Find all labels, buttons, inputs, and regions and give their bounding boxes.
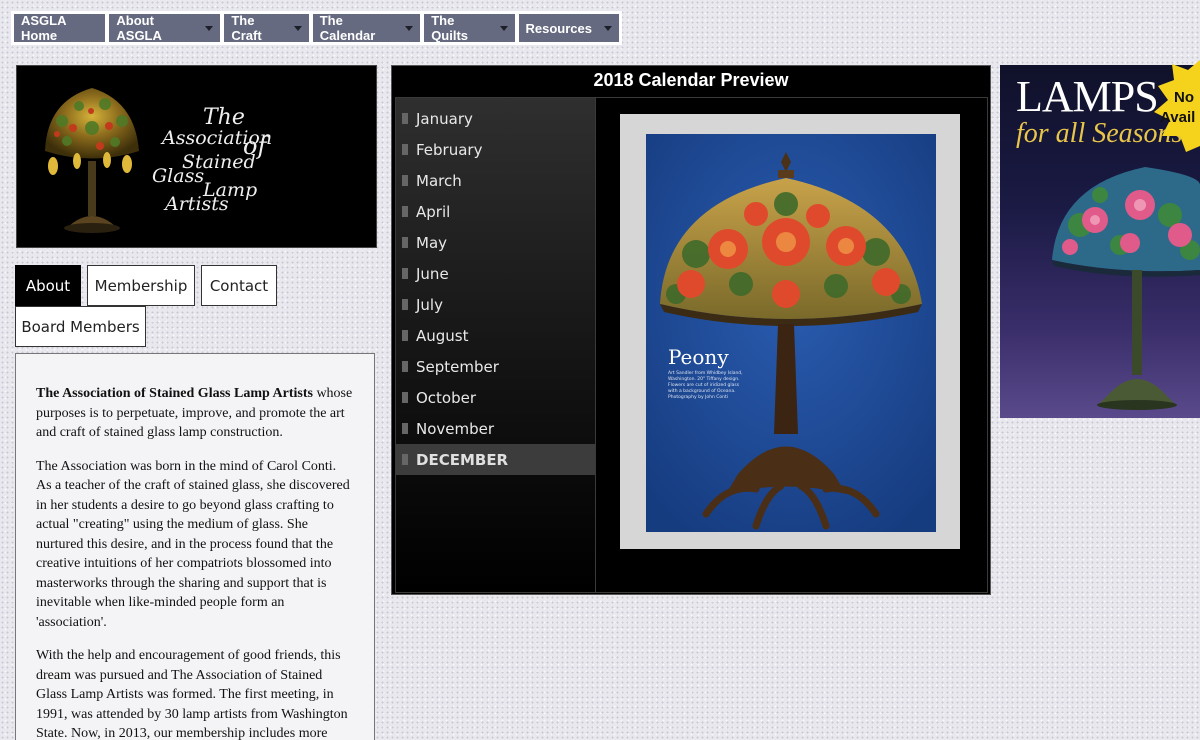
month-item-september[interactable]: September [396, 351, 595, 382]
nav-about-asgla-label: About ASGLA [116, 13, 162, 43]
about-paragraph-2: The Association was born in the mind of … [36, 458, 350, 630]
chevron-down-icon [603, 25, 612, 31]
tab-board-members-label: Board Members [21, 317, 140, 336]
month-item-january[interactable]: January [396, 103, 595, 134]
logo-word-glass: Glass [152, 165, 204, 187]
month-item-august[interactable]: August [396, 320, 595, 351]
preview-name: Peony [668, 345, 729, 369]
month-bullet-icon [402, 392, 408, 403]
peony-lamp-graphic: Peony Art Sandler from Whidbey Island, W… [646, 134, 936, 532]
month-label: DECEMBER [416, 450, 509, 469]
chevron-down-icon [293, 25, 302, 31]
ad-badge-line1: No [1174, 89, 1194, 106]
site-logo[interactable]: The Association of Stained Glass Lamp Ar… [16, 65, 377, 248]
month-bullet-icon [402, 175, 408, 186]
nav-resources[interactable]: Resources [518, 14, 619, 42]
month-label: February [416, 140, 483, 159]
ad-badge: No Avail [1152, 60, 1200, 165]
lamp-logo-graphic: The Association of Stained Glass Lamp Ar… [45, 88, 272, 233]
tab-membership[interactable]: Membership [87, 265, 195, 306]
month-item-march[interactable]: March [396, 165, 595, 196]
month-item-october[interactable]: October [396, 382, 595, 413]
month-bullet-icon [402, 330, 408, 341]
ad-badge-line2: Avail [1160, 109, 1195, 126]
month-item-july[interactable]: July [396, 289, 595, 320]
month-bullet-icon [402, 237, 408, 248]
tab-about[interactable]: About [15, 265, 81, 306]
month-label: June [416, 264, 449, 283]
nav-asgla-home[interactable]: ASGLA Home [14, 13, 106, 43]
chevron-down-icon [499, 25, 508, 31]
month-bullet-icon [402, 361, 408, 372]
tab-contact-label: Contact [209, 276, 269, 295]
month-preview-frame[interactable]: Peony Art Sandler from Whidbey Island, W… [620, 114, 960, 549]
chevron-down-icon [205, 25, 214, 31]
calendar-preview: 2018 Calendar Preview January February Mar… [391, 65, 991, 595]
month-item-june[interactable]: June [396, 258, 595, 289]
preview-caption-line: Flowers are cut of iridized glass [668, 382, 740, 388]
month-list: January February March April May June July Augu… [396, 98, 596, 592]
month-bullet-icon [402, 144, 408, 155]
month-bullet-icon [402, 299, 408, 310]
tab-membership-label: Membership [94, 276, 188, 295]
nav-the-craft[interactable]: The Craft [224, 13, 309, 43]
month-bullet-icon [402, 206, 408, 217]
calendar-body: January February March April May June July Augu… [395, 97, 988, 593]
nav-about-asgla[interactable]: About ASGLA [109, 13, 221, 43]
month-item-april[interactable]: April [396, 196, 595, 227]
tab-contact[interactable]: Contact [201, 265, 277, 306]
month-bullet-icon [402, 268, 408, 279]
preview-caption-line: with a background of Oceana. [668, 388, 736, 394]
month-item-february[interactable]: February [396, 134, 595, 165]
month-bullet-icon [402, 454, 408, 465]
month-label: October [416, 388, 477, 407]
month-label: May [416, 233, 448, 252]
month-bullet-icon [402, 113, 408, 124]
month-bullet-icon [402, 423, 408, 434]
preview-caption-line: Photography by John Conti [668, 394, 728, 400]
month-label: September [416, 357, 499, 376]
nav-asgla-home-label: ASGLA Home [21, 13, 67, 43]
tab-about-label: About [25, 276, 71, 295]
month-label: January [416, 109, 473, 128]
tab-board-members[interactable]: Board Members [15, 306, 146, 347]
calendar-title: 2018 Calendar Preview [593, 70, 789, 90]
logo-word-artists: Artists [163, 193, 229, 215]
nav-the-craft-label: The Craft [231, 13, 262, 43]
starburst-icon: No Avail [1154, 60, 1200, 152]
month-item-december[interactable]: DECEMBER [396, 444, 595, 475]
about-panel: The Association of Stained Glass Lamp Ar… [15, 353, 375, 740]
nav-the-calendar[interactable]: The Calendar [312, 13, 421, 43]
about-paragraph-1: The Association of Stained Glass Lamp Ar… [36, 384, 354, 443]
preview-caption-line: Washington. 20" Tiffany design. [668, 376, 740, 382]
month-label: November [416, 419, 495, 438]
chevron-down-icon [405, 25, 414, 31]
about-org-name: The Association of Stained Glass Lamp Ar… [36, 386, 313, 401]
month-item-may[interactable]: May [396, 227, 595, 258]
month-label: April [416, 202, 451, 221]
month-label: August [416, 326, 469, 345]
month-preview-image: Peony Art Sandler from Whidbey Island, W… [646, 134, 936, 532]
nav-resources-label: Resources [525, 20, 592, 36]
preview-caption-line: Art Sandler from Whidbey Island, [668, 370, 743, 376]
month-item-november[interactable]: November [396, 413, 595, 444]
about-paragraph-3: With the help and encouragement of good … [36, 648, 348, 740]
month-label: March [416, 171, 462, 190]
nav-the-calendar-label: The Calendar [319, 13, 376, 43]
nav-the-quilts-label: The Quilts [431, 13, 469, 43]
month-label: July [416, 295, 443, 314]
top-nav: ASGLA Home About ASGLA The Craft The Cal… [11, 11, 622, 45]
nav-the-quilts[interactable]: The Quilts [424, 13, 515, 43]
